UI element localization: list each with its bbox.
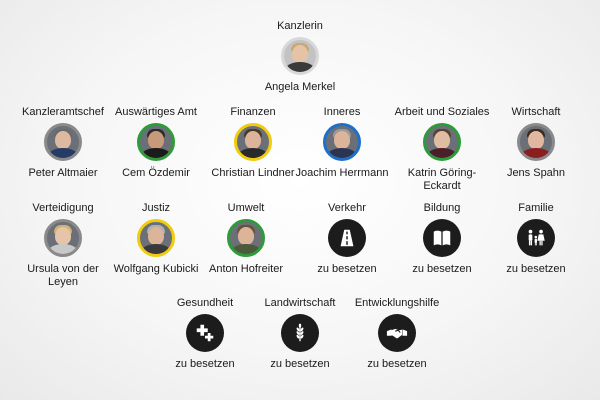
vacant-slot-verkehr[interactable]: Verkehr zu besetzen bbox=[292, 202, 402, 276]
portrait-icon[interactable] bbox=[323, 123, 361, 161]
role-label: Familie bbox=[518, 202, 554, 214]
portrait-icon[interactable] bbox=[517, 123, 555, 161]
minister-slot-inneres[interactable]: Inneres Joachim Herrmann bbox=[287, 106, 397, 180]
person-name: zu besetzen bbox=[270, 358, 330, 370]
person-name: Cem Özdemir bbox=[122, 167, 190, 179]
portrait-icon[interactable] bbox=[44, 123, 82, 161]
health-cross-icon[interactable] bbox=[186, 314, 224, 352]
person-name: Ursula von der Leyen bbox=[27, 263, 99, 288]
person-name: Angela Merkel bbox=[264, 81, 336, 93]
minister-slot-wirtschaft[interactable]: Wirtschaft Jens Spahn bbox=[481, 106, 591, 180]
role-label: Landwirtschaft bbox=[264, 297, 336, 309]
portrait-icon[interactable] bbox=[137, 123, 175, 161]
person-name: Katrin Göring-Eckardt bbox=[407, 167, 477, 192]
role-label: Wirtschaft bbox=[511, 106, 561, 118]
role-label: Auswärtiges Amt bbox=[115, 106, 197, 118]
portrait-icon[interactable] bbox=[227, 219, 265, 257]
portrait-icon[interactable] bbox=[234, 123, 272, 161]
person-name: zu besetzen bbox=[175, 358, 235, 370]
portrait-icon[interactable] bbox=[423, 123, 461, 161]
person-name: Anton Hofreiter bbox=[209, 263, 283, 275]
minister-slot-auswaertiges[interactable]: Auswärtiges Amt Cem Özdemir bbox=[101, 106, 211, 180]
role-label: Gesundheit bbox=[176, 297, 234, 309]
chancellor-slot[interactable]: Kanzlerin Angela Merkel bbox=[245, 20, 355, 94]
portrait-icon[interactable] bbox=[281, 37, 319, 75]
vacant-slot-familie[interactable]: Familie zu besetzen bbox=[481, 202, 591, 276]
role-label: Umwelt bbox=[227, 202, 265, 214]
portrait-icon[interactable] bbox=[137, 219, 175, 257]
handshake-icon[interactable] bbox=[378, 314, 416, 352]
wheat-icon[interactable] bbox=[281, 314, 319, 352]
role-label: Inneres bbox=[323, 106, 361, 118]
person-name: zu besetzen bbox=[506, 263, 566, 275]
person-name: zu besetzen bbox=[367, 358, 427, 370]
portrait-icon[interactable] bbox=[44, 219, 82, 257]
vacant-slot-entwicklungshilfe[interactable]: Entwicklungshilfe zu besetzen bbox=[342, 297, 452, 371]
book-icon[interactable] bbox=[423, 219, 461, 257]
road-icon[interactable] bbox=[328, 219, 366, 257]
role-label: Verkehr bbox=[328, 202, 366, 214]
minister-slot-umwelt[interactable]: Umwelt Anton Hofreiter bbox=[191, 202, 301, 276]
person-name: Jens Spahn bbox=[506, 167, 566, 179]
vacant-slot-gesundheit[interactable]: Gesundheit zu besetzen bbox=[150, 297, 260, 371]
person-name: Joachim Herrmann bbox=[295, 167, 389, 179]
vacant-slot-landwirtschaft[interactable]: Landwirtschaft zu besetzen bbox=[245, 297, 355, 371]
family-icon[interactable] bbox=[517, 219, 555, 257]
role-label: Kanzlerin bbox=[277, 20, 323, 32]
person-name: zu besetzen bbox=[317, 263, 377, 275]
role-label: Entwicklungshilfe bbox=[354, 297, 440, 309]
